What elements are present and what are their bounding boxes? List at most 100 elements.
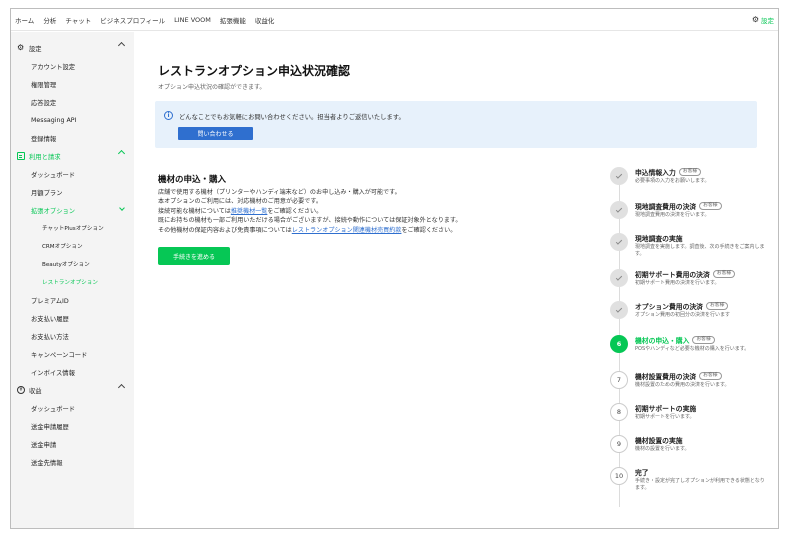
sidebar-item-label: CRMオプション — [42, 244, 83, 250]
step-description: 機材設置のための費用の決済を行います。 — [635, 382, 730, 388]
step-description: 現地調査を実施します。調査後、次の手続きをご案内します。 — [635, 244, 765, 257]
step-number-badge: 6 — [610, 335, 628, 353]
step-owner-tag: お客様 — [699, 202, 722, 210]
sidebar-section-revenue[interactable]: ¥ 収益 — [11, 383, 134, 397]
desc-text: その他機材の保証内容および免責事項については — [158, 226, 292, 234]
desc-line: 店舗で使用する機材（プリンターやハンディ端末など）のお申し込み・購入が可能です。 — [158, 189, 401, 196]
yen-icon: ¥ — [17, 386, 25, 394]
sidebar-item-transfer-request[interactable]: 送金申請 — [11, 437, 134, 451]
sidebar-item-chatplus-option[interactable]: チャットPlusオプション — [11, 221, 134, 235]
step-title: オプション費用の決済 お客様 — [635, 301, 729, 311]
sidebar-item-permissions[interactable]: 権限管理 — [11, 77, 134, 91]
nav-monetization[interactable]: 収益化 — [255, 15, 275, 25]
check-icon — [615, 274, 623, 281]
nav-extensions[interactable]: 拡張機能 — [220, 15, 246, 25]
sidebar-item-label: 月額プラン — [31, 189, 63, 197]
step-title-text: 申込情報入力 — [635, 169, 676, 177]
top-nav: ホーム 分析 チャット ビジネスプロフィール LINE VOOM 拡張機能 収益… — [11, 9, 778, 31]
sidebar-item-restaurant-option[interactable]: レストランオプション — [11, 275, 134, 289]
check-icon — [615, 306, 623, 313]
sidebar-item-monthly-plan[interactable]: 月額プラン — [11, 185, 134, 199]
sidebar-item-label: Messaging API — [31, 116, 77, 124]
step-title-text: 完了 — [635, 469, 649, 477]
step-title: 完了 — [635, 467, 649, 477]
step-title: 現地調査費用の決済 お客様 — [635, 201, 722, 211]
step-done-badge — [610, 167, 628, 185]
chevron-up-icon — [117, 149, 126, 158]
check-icon — [615, 172, 623, 179]
step-title: 機材設置の実施 — [635, 435, 683, 445]
sidebar-item-transfer-destination[interactable]: 送金先情報 — [11, 455, 134, 469]
step-number-badge: 8 — [610, 403, 628, 421]
step-title: 初期サポート費用の決済 お客様 — [635, 269, 736, 279]
sidebar-item-revenue-dashboard[interactable]: ダッシュボード — [11, 401, 134, 415]
sidebar-item-messaging-api[interactable]: Messaging API — [11, 113, 134, 127]
proceed-button[interactable]: 手続きを進める — [158, 247, 230, 265]
step-owner-tag: お客様 — [692, 336, 715, 344]
sidebar-item-premium-id[interactable]: プレミアムID — [11, 293, 134, 307]
step-description: 機材の設置を行います。 — [635, 446, 690, 452]
sidebar-item-label: 送金申請履歴 — [31, 423, 69, 431]
step-title: 機材の申込・購入 お客様 — [635, 335, 715, 345]
sidebar-item-invoice-info[interactable]: インボイス情報 — [11, 365, 134, 379]
desc-line: その他機材の保証内容および免責事項についてはレストランオプション関連機材売買約款… — [158, 226, 461, 235]
step-number-badge: 10 — [610, 467, 628, 485]
sidebar-section-settings[interactable]: ⚙ 設定 — [11, 41, 134, 55]
sidebar-item-account-settings[interactable]: アカウント設定 — [11, 59, 134, 73]
sidebar-item-transfer-history[interactable]: 送金申請履歴 — [11, 419, 134, 433]
step-title: 申込情報入力 お客様 — [635, 167, 702, 177]
main-content: レストランオプション申込状況確認 オプション申込状況の確認ができます。 i どん… — [135, 32, 778, 528]
step-owner-tag: お客様 — [705, 302, 729, 310]
sidebar-head-label: 利用と請求 — [29, 153, 61, 161]
nav-line-voom[interactable]: LINE VOOM — [174, 16, 211, 24]
step-description: 初期サポート費用の決済を行います。 — [635, 280, 720, 286]
nav-business-profile[interactable]: ビジネスプロフィール — [100, 15, 165, 25]
step-description: オプション費用の初回分の決済を行います — [635, 312, 731, 318]
settings-label: 設定 — [761, 17, 774, 25]
nav-chat[interactable]: チャット — [65, 15, 91, 25]
page-title: レストランオプション申込状況確認 — [158, 64, 351, 78]
step-title-text: 機材の申込・購入 — [635, 337, 690, 345]
step-title-text: 初期サポート費用の決済 — [635, 271, 710, 279]
sidebar-item-label: 拡張オプション — [31, 207, 76, 215]
document-icon — [17, 152, 25, 160]
info-banner: i どんなことでもお気軽にお問い合わせください。担当者よりご返信いたします。 問… — [155, 101, 757, 148]
step-description: 必要事項の入力をお願いします。 — [635, 178, 710, 184]
sidebar-item-crm-option[interactable]: CRMオプション — [11, 239, 134, 253]
sidebar-item-extension-options[interactable]: 拡張オプション — [11, 203, 134, 217]
sidebar-item-label: キャンペーンコード — [31, 351, 88, 359]
step-done-badge — [610, 269, 628, 287]
recommended-devices-link[interactable]: 推奨機材一覧 — [231, 208, 268, 215]
sidebar-item-label: お支払い履歴 — [31, 315, 69, 323]
sidebar-item-payment-history[interactable]: お支払い履歴 — [11, 311, 134, 325]
step-owner-tag: お客様 — [678, 168, 702, 176]
sidebar-item-label: インボイス情報 — [31, 369, 75, 377]
sidebar-item-beauty-option[interactable]: Beautyオプション — [11, 257, 134, 271]
sidebar-item-registration-info[interactable]: 登録情報 — [11, 131, 134, 145]
check-icon — [615, 206, 623, 213]
sidebar-head-label: 設定 — [29, 45, 42, 53]
step-title-text: オプション費用の決済 — [635, 303, 703, 311]
nav-analytics[interactable]: 分析 — [43, 15, 56, 25]
sidebar-item-label: 応答設定 — [31, 99, 57, 107]
desc-text: をご確認ください。 — [401, 226, 457, 234]
sidebar-head-label: 収益 — [29, 387, 42, 395]
terms-link[interactable]: レストランオプション関連機材売買約款 — [292, 227, 402, 234]
sidebar-item-dashboard[interactable]: ダッシュボード — [11, 167, 134, 181]
step-title-text: 初期サポートの実施 — [635, 405, 697, 413]
page-subtitle: オプション申込状況の確認ができます。 — [158, 84, 266, 91]
sidebar-item-label: チャットPlusオプション — [42, 226, 104, 232]
step-title: 現地調査の実施 — [635, 233, 683, 243]
step-title-text: 機材設置の実施 — [635, 437, 683, 445]
section-title: 機材の申込・購入 — [158, 175, 227, 185]
info-message: どんなことでもお気軽にお問い合わせください。担当者よりご返信いたします。 — [179, 114, 405, 121]
settings-link[interactable]: ⚙ 設定 — [752, 15, 774, 26]
step-owner-tag: お客様 — [699, 372, 722, 380]
sidebar-section-billing[interactable]: 利用と請求 — [11, 149, 134, 163]
sidebar-item-payment-method[interactable]: お支払い方法 — [11, 329, 134, 343]
contact-button[interactable]: 問い合わせる — [178, 127, 253, 140]
sidebar-item-response-settings[interactable]: 応答設定 — [11, 95, 134, 109]
sidebar-item-campaign-code[interactable]: キャンペーンコード — [11, 347, 134, 361]
chevron-up-icon — [117, 41, 126, 50]
nav-home[interactable]: ホーム — [15, 15, 34, 25]
